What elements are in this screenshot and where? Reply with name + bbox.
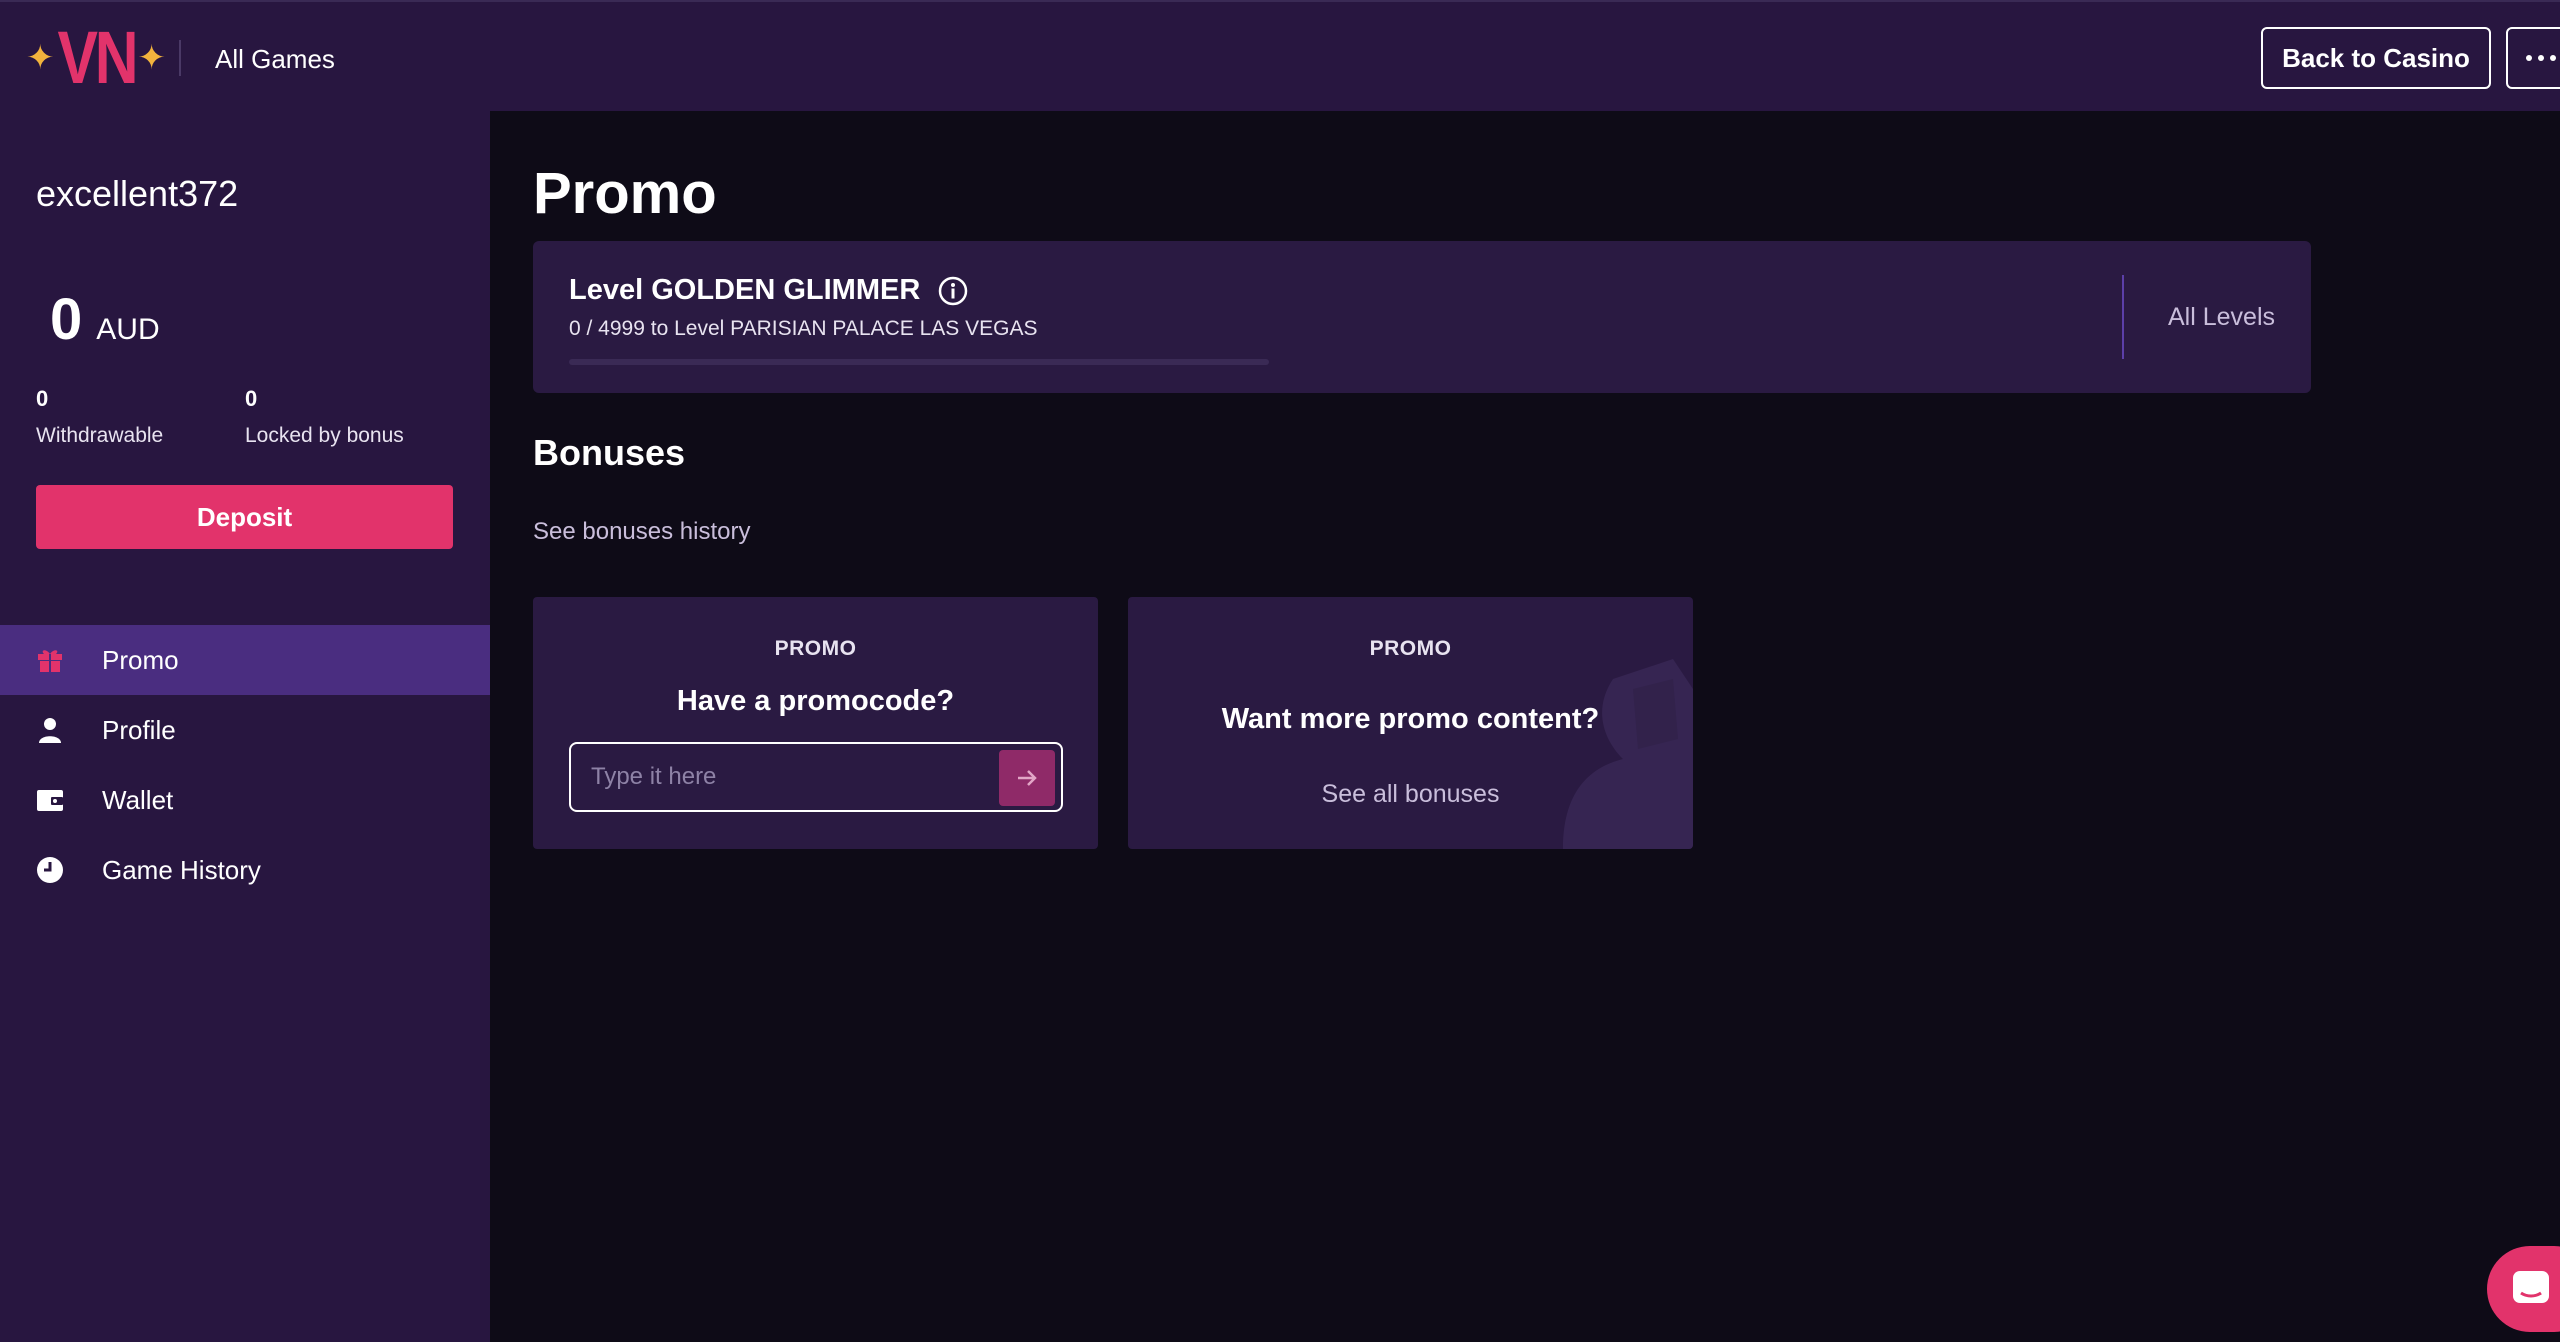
chat-icon — [2513, 1271, 2549, 1303]
sidebar-item-label: Profile — [102, 714, 176, 745]
deposit-button[interactable]: Deposit — [36, 485, 453, 549]
withdrawable-stat: 0 Withdrawable — [36, 386, 163, 448]
promo-content-question: Want more promo content? — [1221, 703, 1600, 735]
logo-text: VN — [57, 16, 138, 99]
promo-label: PROMO — [1369, 637, 1452, 660]
all-levels-link[interactable]: All Levels — [2168, 303, 2275, 332]
level-progress-bar — [569, 359, 1269, 365]
sidebar: excellent372 0 AUD 0 Withdrawable 0 Lock… — [0, 111, 490, 1342]
level-card: Level GOLDEN GLIMMER 0 / 4999 to Level P… — [533, 241, 2311, 393]
dot — [2538, 55, 2544, 61]
all-games-link[interactable]: All Games — [215, 44, 335, 75]
balance-currency: AUD — [96, 313, 160, 346]
person-icon — [39, 718, 61, 743]
promo-label: PROMO — [774, 637, 857, 660]
more-menu-button[interactable] — [2506, 27, 2560, 89]
promocode-question: Have a promocode? — [676, 685, 955, 717]
sidebar-item-wallet[interactable]: Wallet — [0, 765, 490, 835]
sidebar-item-profile[interactable]: Profile — [0, 695, 490, 765]
promocode-submit-button[interactable] — [999, 750, 1055, 806]
back-to-casino-button[interactable]: Back to Casino — [2261, 27, 2491, 89]
sidebar-item-game-history[interactable]: Game History — [0, 835, 490, 905]
star-icon: ✦ — [26, 39, 55, 77]
bonuses-history-link[interactable]: See bonuses history — [533, 518, 750, 546]
decorative-logo-icon — [1563, 659, 1693, 849]
star-icon: ✦ — [137, 39, 166, 77]
level-name: Level GOLDEN GLIMMER — [569, 274, 968, 307]
see-all-bonuses-link[interactable]: See all bonuses — [1128, 780, 1693, 809]
balance-amount: 0 — [50, 287, 83, 352]
balance: 0 AUD — [50, 286, 160, 353]
gift-icon — [38, 650, 62, 672]
sidebar-nav: Promo Profile Wallet Game History — [0, 625, 490, 905]
chat-support-button[interactable] — [2487, 1246, 2560, 1332]
header-divider — [179, 40, 181, 76]
wallet-icon — [37, 790, 63, 811]
level-divider — [2122, 275, 2124, 359]
locked-value: 0 — [245, 386, 258, 411]
dot — [2526, 55, 2532, 61]
username: excellent372 — [36, 173, 239, 214]
promo-content-card: PROMO Want more promo content? See all b… — [1128, 597, 1693, 849]
brand-logo[interactable]: ✦ VN ✦ — [26, 16, 166, 99]
withdrawable-value: 0 — [36, 386, 49, 411]
promocode-card: PROMO Have a promocode? — [533, 597, 1098, 849]
locked-stat: 0 Locked by bonus — [245, 386, 404, 448]
info-icon[interactable] — [938, 276, 968, 306]
promocode-field — [569, 742, 1063, 812]
withdrawable-label: Withdrawable — [36, 424, 164, 447]
promocode-input[interactable] — [571, 744, 991, 810]
level-progress-text: 0 / 4999 to Level PARISIAN PALACE LAS VE… — [569, 317, 1038, 340]
top-header: ✦ VN ✦ All Games Back to Casino — [0, 0, 2560, 111]
arrow-right-icon — [1018, 770, 1037, 786]
locked-label: Locked by bonus — [245, 424, 404, 447]
sidebar-item-label: Promo — [102, 644, 179, 675]
bonuses-heading: Bonuses — [533, 432, 686, 473]
sidebar-item-label: Game History — [102, 854, 261, 885]
sidebar-item-label: Wallet — [102, 784, 174, 815]
page-title: Promo — [533, 161, 717, 226]
clock-icon — [37, 857, 63, 883]
sidebar-item-promo[interactable]: Promo — [0, 625, 490, 695]
dot — [2550, 55, 2556, 61]
level-name-text: Level GOLDEN GLIMMER — [569, 274, 921, 306]
